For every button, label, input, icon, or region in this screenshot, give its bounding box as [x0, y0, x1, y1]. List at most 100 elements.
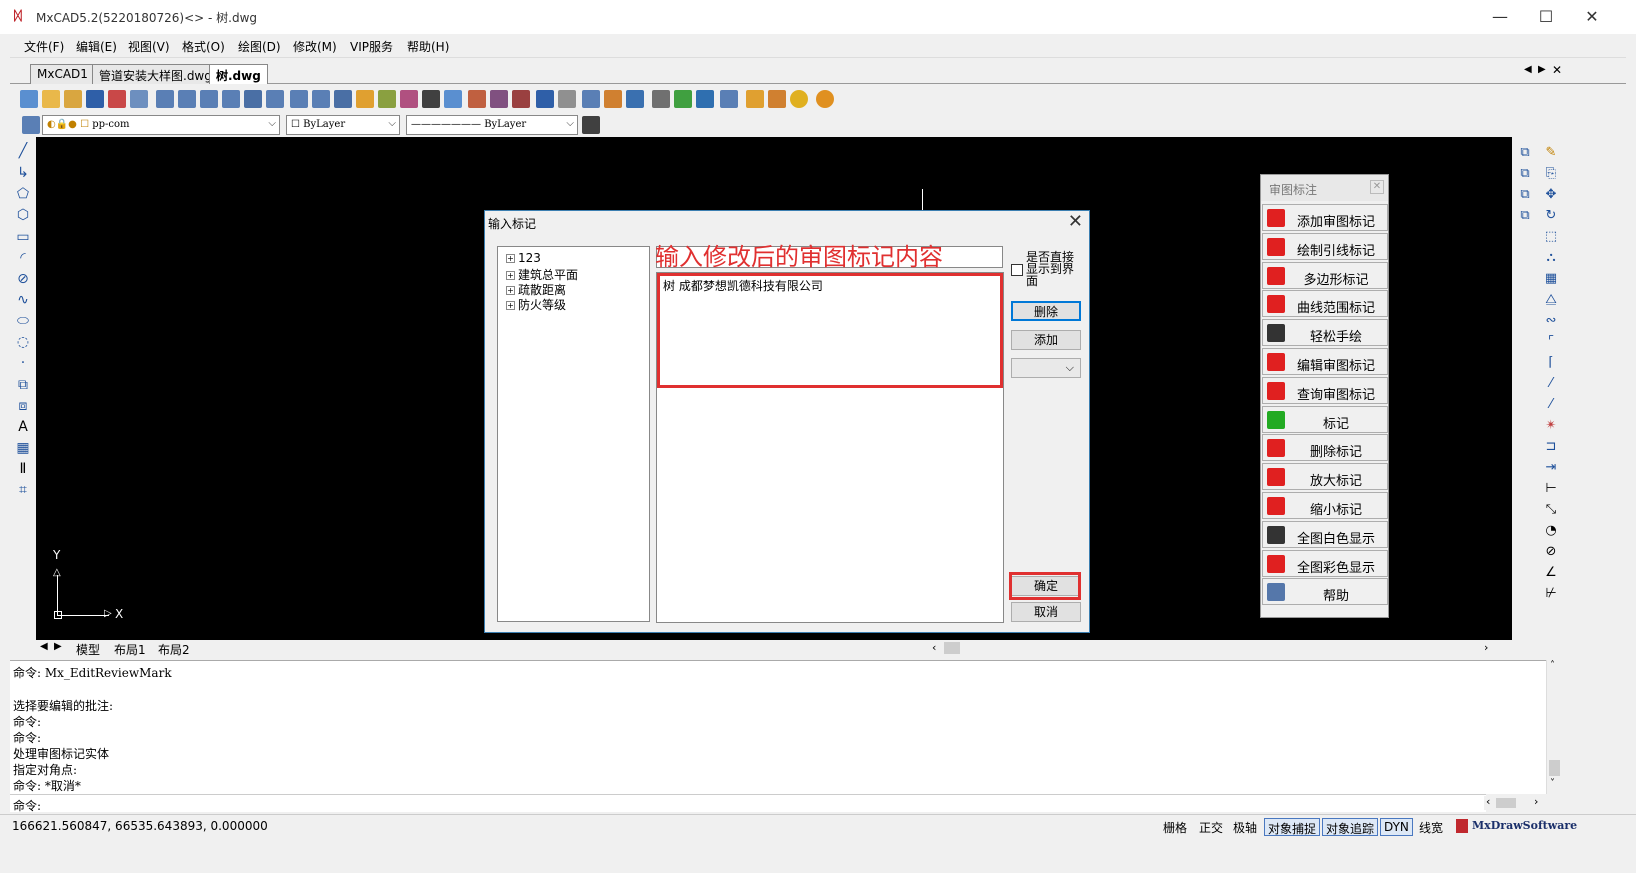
line-icon[interactable]: ╱: [14, 142, 32, 160]
tab-next-icon[interactable]: ▶: [1538, 64, 1546, 75]
color-combo[interactable]: ☐ ByLayer ⌵: [286, 115, 400, 135]
toggle-lineweight[interactable]: 线宽: [1416, 818, 1446, 836]
review-button[interactable]: 查询审图标记: [1262, 376, 1388, 404]
zoom-all-icon[interactable]: [312, 90, 330, 108]
review-button[interactable]: 删除标记: [1262, 434, 1388, 462]
review-button[interactable]: 编辑审图标记: [1262, 348, 1388, 375]
measure-icon[interactable]: [422, 90, 440, 108]
properties-icon[interactable]: [490, 90, 508, 108]
toggle-polar[interactable]: 极轴: [1230, 818, 1260, 836]
review-button[interactable]: 全图白色显示: [1262, 520, 1388, 548]
ruler-icon[interactable]: [746, 90, 764, 108]
mark-type-select[interactable]: ⌵: [1011, 358, 1081, 378]
toggle-grid[interactable]: 栅格: [1160, 818, 1190, 836]
tab-layout1[interactable]: 布局1: [114, 641, 146, 658]
layer-merge-icon[interactable]: ⧉: [1516, 165, 1534, 183]
radius-dim-icon[interactable]: ◔: [1542, 522, 1560, 540]
scroll-right-icon[interactable]: ›: [1484, 641, 1488, 654]
scroll-left-icon[interactable]: ‹: [932, 641, 936, 654]
brush-icon[interactable]: [356, 90, 374, 108]
scale-icon[interactable]: ⬚: [1542, 228, 1560, 246]
dimension-icon[interactable]: ⊢: [1542, 480, 1560, 498]
command-scrollbar[interactable]: ˄ ˅: [1546, 660, 1562, 794]
review-button[interactable]: 多边形标记: [1262, 261, 1388, 289]
layer-split-icon[interactable]: ⧉: [1516, 207, 1534, 225]
scroll-thumb[interactable]: [944, 642, 960, 654]
layout-next-icon[interactable]: ▶: [54, 641, 62, 652]
polygon-tool-icon[interactable]: ⬡: [14, 206, 32, 224]
text-icon[interactable]: A: [14, 418, 32, 436]
menu-vip[interactable]: VIP服务: [350, 38, 393, 55]
erase-icon[interactable]: ✎: [1542, 144, 1560, 162]
match-properties-icon[interactable]: [378, 90, 396, 108]
diameter-dim-icon[interactable]: ⊘: [1542, 543, 1560, 561]
save-icon[interactable]: [86, 90, 104, 108]
redo-icon[interactable]: [558, 90, 576, 108]
cancel-button[interactable]: 取消: [1011, 602, 1081, 622]
refresh-icon[interactable]: [626, 90, 644, 108]
layer-combo[interactable]: ◐🔒● ☐ pp-com ⌵: [42, 115, 280, 135]
extend-icon[interactable]: ⁄: [1542, 396, 1560, 414]
render-icon[interactable]: [604, 90, 622, 108]
move-view-icon[interactable]: [334, 90, 352, 108]
layer-icon[interactable]: [400, 90, 418, 108]
panel-close-icon[interactable]: ✕: [1370, 180, 1384, 194]
toggle-otrack[interactable]: 对象追踪: [1322, 818, 1379, 836]
table-icon[interactable]: ▦: [14, 439, 32, 457]
grid-tool-icon[interactable]: [468, 90, 486, 108]
linetype-combo[interactable]: ——————— ByLayer ⌵: [406, 115, 578, 135]
undo-icon[interactable]: [536, 90, 554, 108]
command-input[interactable]: 命令:: [10, 794, 1486, 813]
export-icon[interactable]: [444, 90, 462, 108]
open-folder-icon[interactable]: [64, 90, 82, 108]
show-directly-checkbox[interactable]: [1011, 264, 1023, 276]
tree-node[interactable]: + 防火等级: [506, 296, 566, 313]
linear-dim-icon[interactable]: ⊬: [1542, 585, 1560, 603]
join-icon[interactable]: ⇥: [1542, 459, 1560, 477]
polygon-icon[interactable]: ⬠: [14, 185, 32, 203]
mirror-icon[interactable]: ⧋: [1542, 291, 1560, 309]
rotate-icon[interactable]: ↻: [1542, 207, 1560, 225]
expand-icon[interactable]: +: [506, 286, 515, 295]
move-icon[interactable]: ✥: [1542, 186, 1560, 204]
toggle-osnap[interactable]: 对象捕捉: [1264, 818, 1321, 836]
review-button[interactable]: 缩小标记: [1262, 492, 1388, 519]
menu-format[interactable]: 格式(O): [182, 38, 225, 55]
explode-icon[interactable]: ✴: [1542, 417, 1560, 435]
point-icon[interactable]: ·: [14, 354, 32, 372]
scroll-up-icon[interactable]: ˄: [1550, 660, 1555, 671]
tab-pipe-drawing[interactable]: 管道安装大样图.dwg: [92, 64, 219, 84]
print-icon[interactable]: [130, 90, 148, 108]
insert-block-icon[interactable]: ⧉: [14, 376, 32, 394]
new-file-icon[interactable]: [20, 90, 38, 108]
chamfer-icon[interactable]: ⌈: [1542, 354, 1560, 372]
vip-icon[interactable]: [816, 90, 834, 108]
review-button[interactable]: 全图彩色显示: [1262, 549, 1388, 577]
ucs-icon[interactable]: [244, 90, 262, 108]
tab-model[interactable]: 模型: [76, 641, 100, 658]
copy-clip-icon[interactable]: [582, 90, 600, 108]
rectangle-icon[interactable]: ▭: [14, 228, 32, 246]
ellipse-arc-icon[interactable]: ◌: [14, 333, 32, 351]
zoom-window-icon[interactable]: [178, 90, 196, 108]
menu-view[interactable]: 视图(V): [128, 38, 170, 55]
expand-icon[interactable]: +: [506, 271, 515, 280]
menu-edit[interactable]: 编辑(E): [76, 38, 117, 55]
star-icon[interactable]: [790, 90, 808, 108]
menu-modify[interactable]: 修改(M): [293, 38, 337, 55]
layer-stack-icon[interactable]: ⧉: [1516, 186, 1534, 204]
stretch-icon[interactable]: ⛬: [1542, 249, 1560, 267]
menu-help[interactable]: 帮助(H): [407, 38, 449, 55]
find-icon[interactable]: [720, 90, 738, 108]
review-button[interactable]: 绘制引线标记: [1262, 232, 1388, 260]
scroll-left-icon[interactable]: ‹: [1486, 795, 1490, 808]
expand-icon[interactable]: +: [506, 254, 515, 263]
review-button[interactable]: 放大标记: [1262, 463, 1388, 491]
maximize-button[interactable]: ☐: [1523, 0, 1569, 34]
tab-mxcad1[interactable]: MxCAD1: [30, 64, 95, 84]
polyline-icon[interactable]: ↳: [14, 164, 32, 182]
arc-icon[interactable]: ◜: [14, 249, 32, 267]
menu-draw[interactable]: 绘图(D): [238, 38, 281, 55]
save-as-icon[interactable]: [108, 90, 126, 108]
menu-file[interactable]: 文件(F): [24, 38, 64, 55]
